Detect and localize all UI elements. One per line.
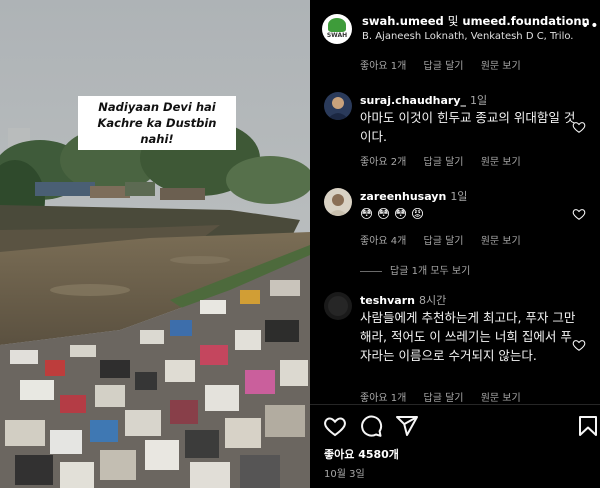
reply-button[interactable]: 답글 달기	[424, 393, 464, 404]
comment-time: 1일	[450, 190, 468, 203]
comment-likes[interactable]: 좋아요 1개	[360, 61, 406, 72]
separator-text: 및	[447, 14, 459, 28]
comment-text: 아마도 이것이 힌두교 종교의 위대함일 것이다.	[360, 110, 576, 144]
bookmark-icon[interactable]	[576, 414, 600, 438]
comment-time: 1일	[470, 94, 488, 107]
river-garbage-photo	[0, 0, 310, 488]
username-link[interactable]: swah.umeed	[362, 14, 444, 28]
caption-line-1: Nadiyaan Devi hai	[98, 100, 216, 114]
collaborator-link[interactable]: umeed.foundationn	[462, 14, 589, 28]
header-usernames: swah.umeed 및 umeed.foundationn	[362, 13, 590, 29]
post-image[interactable]: Nadiyaan Devi hai Kachre ka Dustbin nahi…	[0, 0, 310, 488]
more-options-icon[interactable]: •••	[581, 18, 600, 34]
tagged-people[interactable]: B. Ajaneesh Loknath, Venkatesh D C, Tril…	[362, 31, 574, 42]
comments-panel: SWAH swah.umeed 및 umeed.foundationn B. Aja…	[310, 0, 600, 488]
post-date: 10월 3일	[324, 469, 365, 480]
comment-text: 사람들에게 추천하는게 최고다, 푸자 그만해라, 적어도 이 쓰레기는 너희 …	[360, 310, 576, 363]
comment-time: 8시간	[418, 294, 447, 307]
like-count[interactable]: 좋아요 4580개	[324, 446, 399, 462]
avatar[interactable]	[324, 92, 352, 120]
previous-comment-meta: 좋아요 1개 답글 달기 원문 보기	[360, 57, 521, 72]
comment-meta: 좋아요 2개 답글 달기 원문 보기	[360, 153, 521, 168]
heart-icon[interactable]	[572, 338, 586, 352]
comment-likes[interactable]: 좋아요 1개	[360, 393, 406, 404]
comment-username[interactable]: suraj.chaudhary_ 1일	[360, 92, 487, 108]
see-original-button[interactable]: 원문 보기	[481, 61, 521, 72]
comment-meta: 좋아요 4개 답글 달기 원문 보기	[360, 232, 521, 247]
divider	[310, 404, 600, 405]
heart-icon[interactable]	[323, 414, 347, 438]
avatar[interactable]	[324, 292, 352, 320]
share-icon[interactable]	[395, 414, 419, 438]
comment-likes[interactable]: 좋아요 2개	[360, 157, 406, 168]
heart-icon[interactable]	[572, 207, 586, 221]
heart-icon[interactable]	[572, 120, 586, 134]
reply-button[interactable]: 답글 달기	[424, 157, 464, 168]
view-replies-button[interactable]: 답글 1개 모두 보기	[360, 262, 470, 277]
see-original-button[interactable]: 원문 보기	[481, 236, 521, 247]
image-caption-overlay: Nadiyaan Devi hai Kachre ka Dustbin nahi…	[78, 96, 236, 150]
avatar[interactable]	[324, 188, 352, 216]
account-avatar[interactable]: SWAH	[322, 14, 352, 44]
see-original-button[interactable]: 원문 보기	[481, 157, 521, 168]
comment-username[interactable]: teshvarn 8시간	[360, 292, 446, 308]
see-original-button[interactable]: 원문 보기	[481, 393, 521, 404]
caption-line-2: Kachre ka Dustbin nahi!	[97, 116, 217, 146]
comment-likes[interactable]: 좋아요 4개	[360, 236, 406, 247]
reply-button[interactable]: 답글 달기	[424, 236, 464, 247]
post-header: SWAH swah.umeed 및 umeed.foundationn B. Aja…	[310, 0, 600, 56]
comment-icon[interactable]	[359, 414, 383, 438]
comment-meta: 좋아요 1개 답글 달기 원문 보기	[360, 389, 521, 404]
comment-username[interactable]: zareenhusayn 1일	[360, 188, 467, 204]
reply-button[interactable]: 답글 달기	[424, 61, 464, 72]
post-actions	[310, 412, 600, 438]
comment-text: 😳 😳 😳 😡	[360, 206, 425, 221]
